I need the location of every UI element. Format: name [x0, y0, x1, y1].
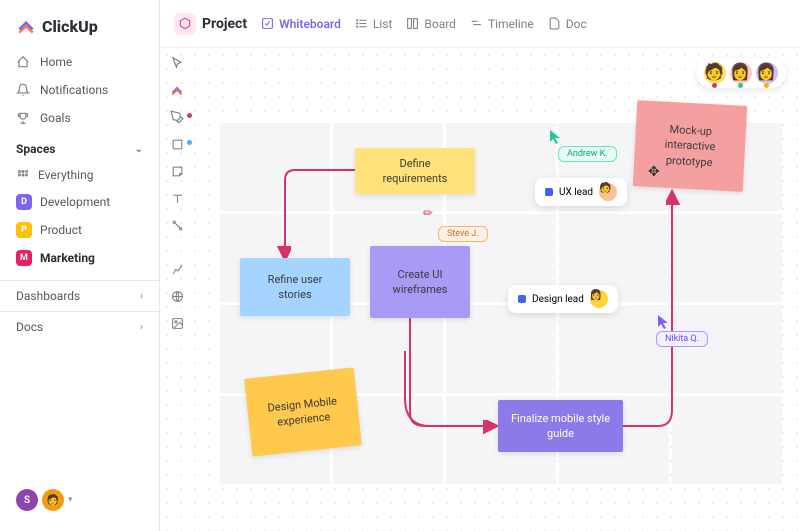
move-icon: ✥	[648, 164, 660, 180]
whiteboard-toolbar	[168, 54, 186, 332]
tool-pen[interactable]	[168, 108, 186, 126]
sticky-refine-stories[interactable]: Refine user stories	[240, 258, 350, 316]
docs-label: Docs	[16, 320, 43, 334]
space-marketing[interactable]: M Marketing	[0, 244, 159, 272]
logo-text: ClickUp	[42, 17, 98, 36]
view-board[interactable]: Board	[406, 17, 456, 31]
chevron-down-icon: ⌄	[135, 144, 143, 155]
view-timeline[interactable]: Timeline	[470, 17, 534, 31]
space-development[interactable]: D Development	[0, 188, 159, 216]
project-chip[interactable]: Project	[174, 13, 247, 35]
chevron-down-icon: ▾	[68, 495, 73, 505]
timeline-icon	[470, 17, 483, 30]
cursor-purple	[658, 315, 670, 329]
tool-web[interactable]	[168, 287, 186, 305]
dashboards-row[interactable]: Dashboards ›	[0, 280, 159, 311]
sticky-create-wireframes[interactable]: Create UI wireframes	[370, 246, 470, 318]
spaces-header[interactable]: Spaces ⌄	[0, 132, 159, 162]
tag-ux-lead[interactable]: UX lead 🧑	[535, 178, 627, 206]
space-product[interactable]: P Product	[0, 216, 159, 244]
tool-sticky[interactable]	[168, 162, 186, 180]
list-icon	[355, 17, 368, 30]
nav-goals-label: Goals	[40, 111, 71, 125]
tool-dot-red	[187, 113, 192, 118]
chevron-right-icon: ›	[140, 322, 143, 333]
nav-home[interactable]: Home	[0, 48, 159, 76]
view-board-label: Board	[424, 17, 456, 31]
logo[interactable]: ClickUp	[0, 16, 159, 48]
nav-goals[interactable]: Goals	[0, 104, 159, 132]
nav-notifications-label: Notifications	[40, 83, 108, 97]
view-doc-label: Doc	[566, 17, 587, 31]
grid-icon	[16, 168, 30, 182]
tag-design-lead[interactable]: Design lead 👩	[508, 285, 618, 313]
tool-dot-blue	[187, 140, 192, 145]
project-label: Project	[202, 16, 247, 32]
space-everything[interactable]: Everything	[0, 162, 159, 188]
tool-text[interactable]	[168, 189, 186, 207]
tool-connector[interactable]	[168, 216, 186, 234]
collaborator-avatars[interactable]: 🧑 👩 👩	[696, 58, 786, 88]
nav-home-label: Home	[40, 55, 72, 69]
view-doc[interactable]: Doc	[548, 17, 587, 31]
project-icon	[174, 13, 196, 35]
space-badge-m: M	[16, 250, 32, 266]
space-marketing-label: Marketing	[40, 251, 95, 265]
user-area[interactable]: S 🧑 ▾	[0, 479, 159, 521]
canvas[interactable]: Define requirements Refine user stories …	[160, 48, 800, 531]
color-square	[518, 295, 526, 303]
tag-design-label: Design lead	[532, 294, 584, 305]
color-square	[545, 188, 553, 196]
tool-cursor[interactable]	[168, 54, 186, 72]
home-icon	[16, 55, 30, 69]
view-whiteboard[interactable]: Whiteboard	[261, 17, 341, 31]
view-list-label: List	[373, 17, 393, 31]
logo-icon	[16, 16, 36, 36]
spaces-header-label: Spaces	[16, 142, 55, 156]
tag-ux-label: UX lead	[559, 187, 593, 198]
tool-image[interactable]	[168, 314, 186, 332]
space-badge-d: D	[16, 194, 32, 210]
sticky-design-mobile[interactable]: Design Mobile experience	[244, 367, 362, 456]
chevron-right-icon: ›	[140, 291, 143, 302]
sticky-finalize-styleguide[interactable]: Finalize mobile style guide	[498, 400, 623, 452]
bell-icon	[16, 83, 30, 97]
dashboards-label: Dashboards	[16, 289, 80, 303]
space-dev-label: Development	[40, 195, 110, 209]
name-tag-nikita: Nikita Q.	[656, 331, 708, 347]
docs-row[interactable]: Docs ›	[0, 311, 159, 342]
cursor-green	[550, 130, 562, 144]
main: Project Whiteboard List Board Timeline D…	[160, 0, 800, 531]
avatar-1: 🧑	[704, 62, 726, 84]
name-tag-andrew: Andrew K.	[558, 146, 617, 162]
space-everything-label: Everything	[38, 168, 93, 182]
name-tag-steve: Steve J.	[438, 226, 488, 242]
avatar-3: 👩	[756, 62, 778, 84]
sidebar: ClickUp Home Notifications Goals Spaces ⌄…	[0, 0, 160, 531]
view-list[interactable]: List	[355, 17, 393, 31]
sticky-define-requirements[interactable]: Define requirements	[355, 148, 475, 194]
avatar-2: 👩	[730, 62, 752, 84]
user-avatar-s: S	[16, 489, 38, 511]
tool-chart[interactable]	[168, 260, 186, 278]
board-icon	[406, 17, 419, 30]
pencil-icon: ✏	[423, 206, 433, 220]
topbar: Project Whiteboard List Board Timeline D…	[160, 0, 800, 48]
avatar-design: 👩	[590, 290, 608, 308]
tool-shape[interactable]	[168, 135, 186, 153]
avatar-ux: 🧑	[599, 183, 617, 201]
whiteboard-icon	[261, 17, 274, 30]
tool-clickup[interactable]	[168, 81, 186, 99]
space-product-label: Product	[40, 223, 82, 237]
user-avatar-2: 🧑	[42, 489, 64, 511]
doc-icon	[548, 17, 561, 30]
nav-notifications[interactable]: Notifications	[0, 76, 159, 104]
space-badge-p: P	[16, 222, 32, 238]
trophy-icon	[16, 111, 30, 125]
view-whiteboard-label: Whiteboard	[279, 17, 341, 31]
view-timeline-label: Timeline	[488, 17, 534, 31]
